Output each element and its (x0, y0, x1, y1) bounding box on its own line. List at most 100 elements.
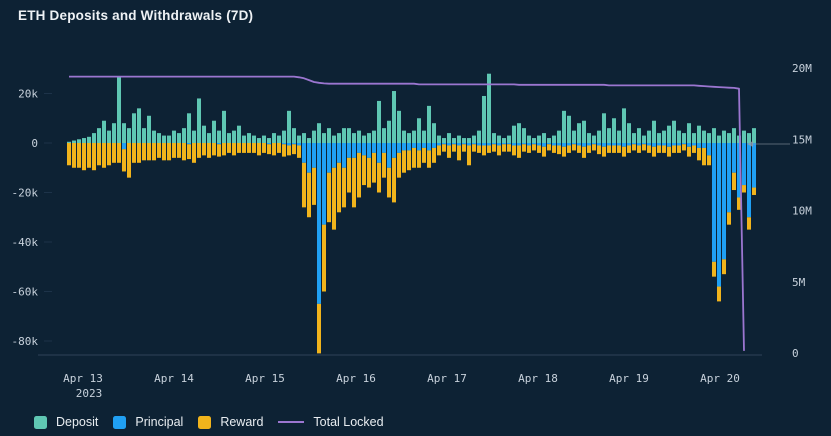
principal-bar[interactable] (512, 143, 516, 146)
principal-bar[interactable] (372, 143, 376, 153)
principal-bar[interactable] (427, 143, 431, 151)
deposit-bar[interactable] (107, 130, 111, 143)
deposit-bar[interactable] (357, 130, 361, 143)
reward-bar[interactable] (747, 217, 751, 230)
principal-bar[interactable] (597, 143, 601, 146)
principal-bar[interactable] (547, 143, 551, 145)
deposit-bar[interactable] (392, 91, 396, 143)
reward-bar[interactable] (637, 145, 641, 153)
principal-bar[interactable] (717, 143, 721, 287)
deposit-bar[interactable] (482, 95, 486, 143)
deposit-bar[interactable] (512, 125, 516, 143)
deposit-bar[interactable] (282, 130, 286, 143)
reward-bar[interactable] (507, 144, 511, 152)
deposit-bar[interactable] (732, 128, 736, 143)
deposit-bar[interactable] (187, 113, 191, 143)
reward-bar[interactable] (477, 145, 481, 153)
deposit-bar[interactable] (317, 123, 321, 143)
deposit-bar[interactable] (462, 138, 466, 143)
deposit-bar[interactable] (207, 133, 211, 143)
deposit-bar[interactable] (382, 128, 386, 143)
reward-bar[interactable] (557, 145, 561, 155)
deposit-bar[interactable] (452, 138, 456, 143)
reward-bar[interactable] (437, 145, 441, 156)
reward-bar[interactable] (192, 143, 196, 163)
deposit-bar[interactable] (472, 135, 476, 143)
principal-bar[interactable] (662, 143, 666, 146)
deposit-bar[interactable] (77, 139, 81, 143)
reward-bar[interactable] (462, 144, 466, 152)
reward-bar[interactable] (707, 155, 711, 166)
deposit-bar[interactable] (567, 115, 571, 143)
reward-bar[interactable] (282, 144, 286, 157)
deposit-bar[interactable] (122, 123, 126, 143)
reward-bar[interactable] (177, 143, 181, 158)
deposit-bar[interactable] (257, 138, 261, 143)
principal-bar[interactable] (287, 143, 291, 146)
reward-bar[interactable] (227, 143, 231, 153)
principal-bar[interactable] (332, 143, 336, 168)
principal-bar[interactable] (522, 143, 526, 145)
deposit-bar[interactable] (252, 135, 256, 143)
reward-bar[interactable] (597, 145, 601, 155)
deposit-bar[interactable] (377, 100, 381, 143)
reward-bar[interactable] (402, 150, 406, 173)
reward-bar[interactable] (587, 145, 591, 153)
reward-bar[interactable] (422, 147, 426, 163)
deposit-bar[interactable] (502, 138, 506, 143)
reward-bar[interactable] (582, 146, 586, 158)
reward-bar[interactable] (657, 145, 661, 153)
principal-bar[interactable] (557, 143, 561, 146)
reward-bar[interactable] (342, 167, 346, 208)
deposit-bar[interactable] (592, 135, 596, 143)
principal-bar[interactable] (582, 143, 586, 147)
reward-bar[interactable] (627, 145, 631, 153)
principal-bar[interactable] (432, 143, 436, 148)
reward-bar[interactable] (252, 143, 256, 153)
reward-bar[interactable] (602, 146, 606, 157)
deposit-bar[interactable] (602, 113, 606, 143)
principal-bar[interactable] (667, 143, 671, 147)
deposit-bar[interactable] (407, 133, 411, 143)
reward-bar[interactable] (257, 143, 261, 156)
deposit-bar[interactable] (647, 130, 651, 143)
deposit-bar[interactable] (427, 105, 431, 143)
reward-bar[interactable] (72, 143, 76, 168)
reward-bar[interactable] (572, 144, 576, 151)
reward-bar[interactable] (452, 144, 456, 152)
deposit-bar[interactable] (217, 130, 221, 143)
deposit-bar[interactable] (227, 133, 231, 143)
deposit-bar[interactable] (697, 125, 701, 143)
principal-bar[interactable] (527, 143, 531, 146)
deposit-bar[interactable] (542, 133, 546, 143)
reward-bar[interactable] (292, 144, 296, 155)
reward-bar[interactable] (457, 145, 461, 161)
reward-bar[interactable] (702, 147, 706, 166)
deposit-bar[interactable] (297, 135, 301, 143)
reward-bar[interactable] (137, 143, 141, 163)
principal-bar[interactable] (632, 143, 636, 145)
principal-bar[interactable] (507, 143, 511, 145)
reward-bar[interactable] (752, 187, 756, 195)
principal-bar[interactable] (307, 143, 311, 173)
reward-bar[interactable] (712, 261, 716, 277)
reward-bar[interactable] (87, 143, 91, 168)
reward-bar[interactable] (567, 145, 571, 153)
principal-bar[interactable] (542, 143, 546, 147)
principal-bar[interactable] (302, 143, 306, 163)
reward-bar[interactable] (77, 143, 81, 168)
deposit-bar[interactable] (82, 138, 86, 143)
reward-bar[interactable] (147, 143, 151, 161)
reward-bar[interactable] (357, 152, 361, 198)
deposit-bar[interactable] (522, 128, 526, 143)
deposit-bar[interactable] (722, 130, 726, 143)
deposit-bar[interactable] (267, 138, 271, 143)
principal-bar[interactable] (447, 143, 451, 146)
deposit-bar[interactable] (552, 135, 556, 143)
reward-bar[interactable] (307, 172, 311, 218)
principal-bar[interactable] (467, 143, 471, 146)
deposit-bar[interactable] (162, 135, 166, 143)
deposit-bar[interactable] (127, 128, 131, 143)
reward-bar[interactable] (517, 145, 521, 158)
principal-bar[interactable] (612, 143, 616, 146)
